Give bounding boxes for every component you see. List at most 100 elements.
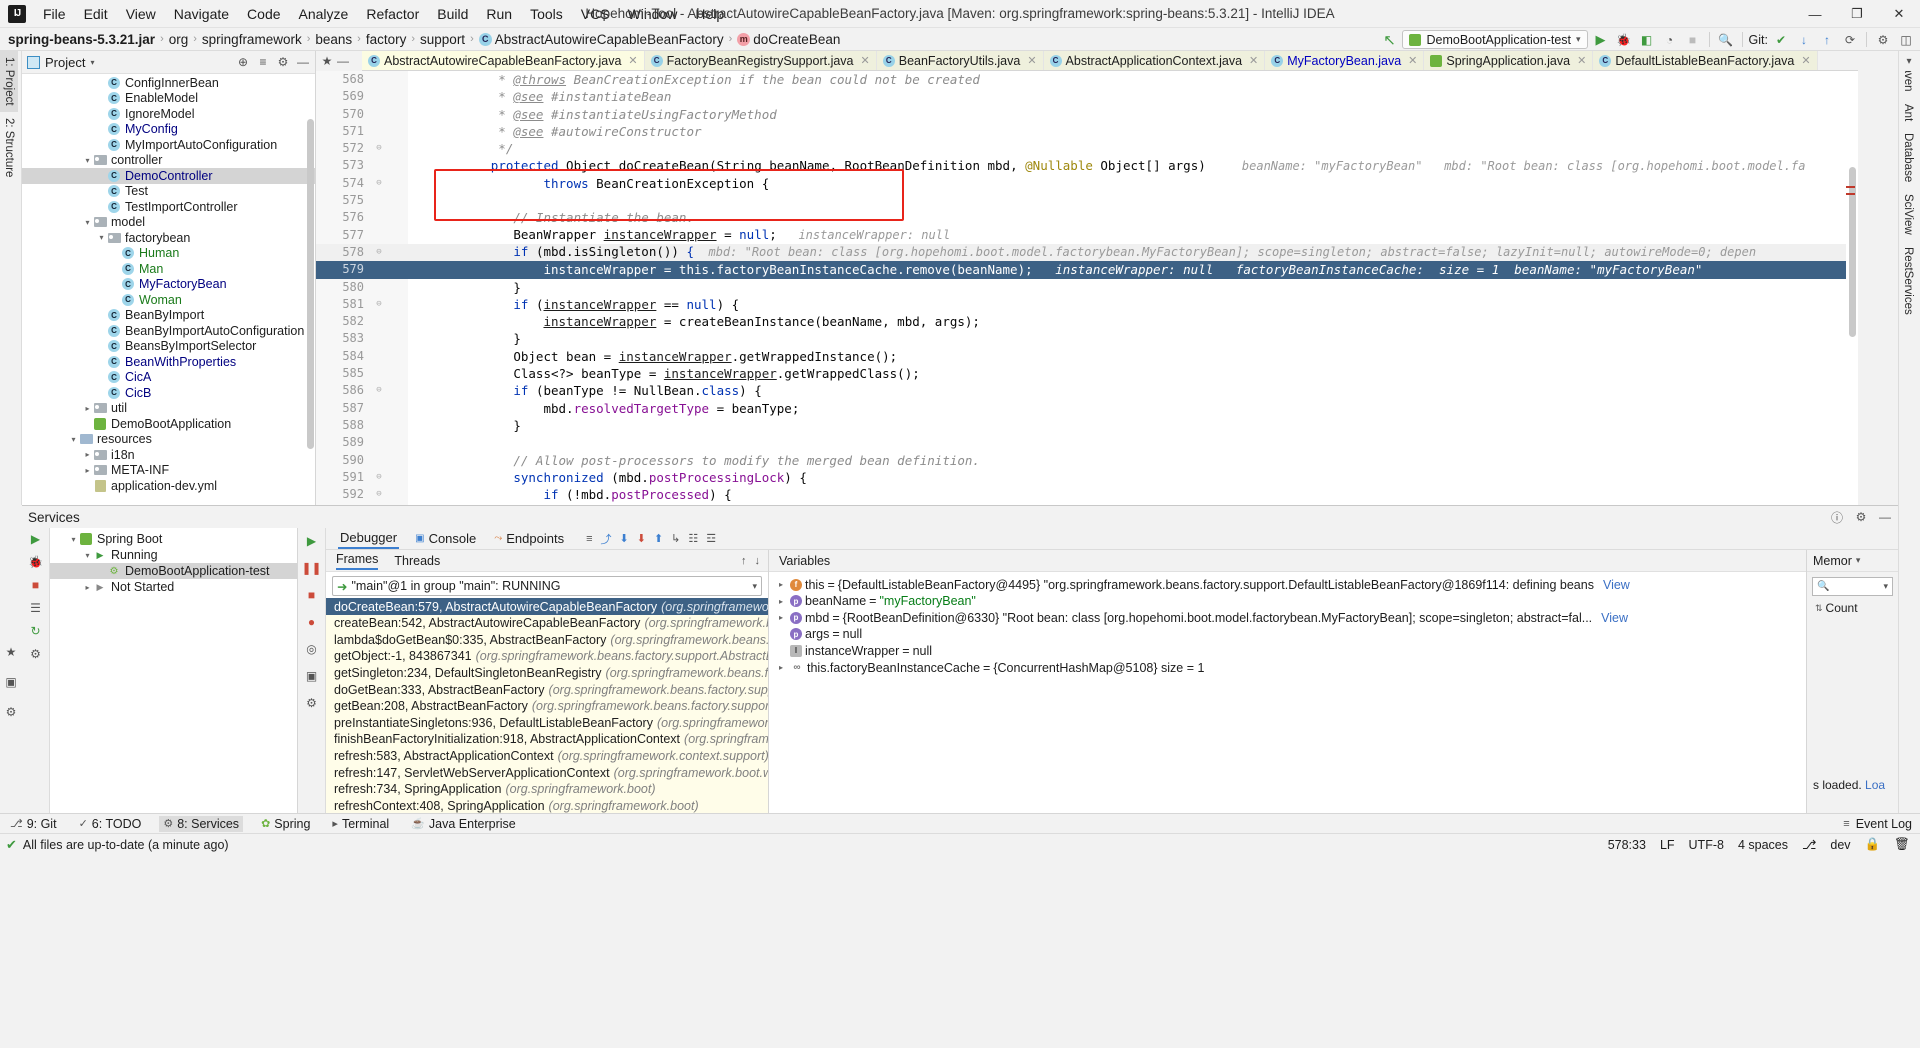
breadcrumb-item[interactable]: support (420, 32, 465, 47)
pause-icon[interactable]: ❚❚ (301, 561, 321, 575)
stack-frame-row[interactable]: lambda$doGetBean$0:335, AbstractBeanFact… (326, 631, 768, 648)
editor-tab[interactable]: C MyFactoryBean.java ✕ (1265, 51, 1425, 70)
tree-node[interactable]: C CicB (22, 385, 315, 401)
view-value-link[interactable]: View (1603, 578, 1630, 592)
tool-window-restservices[interactable]: RestServices (1899, 241, 1917, 321)
pin-icon[interactable]: ★ (320, 54, 334, 68)
run-icon[interactable]: ▶ (31, 532, 40, 546)
breakpoints-icon[interactable]: ● (308, 615, 315, 629)
variable-row[interactable]: ▸ p mbd = {RootBeanDefinition@6330} "Root … (769, 609, 1806, 626)
tree-node[interactable]: C Woman (22, 292, 315, 308)
load-classes-link[interactable]: Loa (1865, 778, 1885, 792)
stack-frame-row[interactable]: refresh:734, SpringApplication (org.sprin… (326, 781, 768, 798)
tree-node[interactable]: C MyImportAutoConfiguration (22, 137, 315, 153)
code-fold-icon[interactable]: ⊖ (372, 296, 386, 313)
bottom-tool-todo[interactable]: ✓ 6: TODO (75, 816, 146, 832)
code-line[interactable]: 591 ⊖ synchronized (mbd.postProcessingLoc… (316, 469, 1858, 486)
layout-icon[interactable]: ≡ (586, 533, 592, 545)
services-tree-node[interactable]: ▾ ▶ Running (50, 547, 297, 563)
git-commit-icon[interactable]: ↑ (1817, 30, 1837, 49)
variable-row[interactable]: ▸ p beanName = "myFactoryBean" (769, 593, 1806, 610)
tree-node[interactable]: DemoBootApplication (22, 416, 315, 432)
mute-breakpoints-icon[interactable]: ◎ (306, 642, 316, 656)
back-arrow-icon[interactable]: ↖ (1379, 30, 1399, 49)
rerun-icon[interactable]: ↻ (30, 624, 40, 638)
hide-panel-icon[interactable]: — (1878, 510, 1892, 524)
search-icon[interactable]: 🔍 (1716, 30, 1736, 49)
editor-tab[interactable]: C BeanFactoryUtils.java ✕ (876, 51, 1044, 70)
tree-node[interactable]: C BeanByImport (22, 308, 315, 324)
expand-arrow-icon[interactable]: ▸ (82, 404, 93, 413)
step-into-icon[interactable]: ⬇ (620, 532, 629, 545)
run-configuration-selector[interactable]: DemoBootApplication-test ▾ (1402, 30, 1588, 49)
close-icon[interactable]: ✕ (1801, 54, 1810, 67)
tree-node[interactable]: C BeanByImportAutoConfiguration (22, 323, 315, 339)
view-value-link[interactable]: View (1601, 611, 1628, 625)
code-line[interactable]: 590 // Allow post-processors to modify t… (316, 452, 1858, 469)
code-line[interactable]: 570 * @see #instantiateUsingFactoryMetho… (316, 106, 1858, 123)
services-tree-node[interactable]: ▾ Spring Boot (50, 531, 297, 547)
run-to-cursor-icon[interactable]: ↳ (671, 532, 680, 545)
tab-scroll-right-icon[interactable]: ▾ (1900, 51, 1918, 71)
code-fold-icon[interactable]: ⊖ (372, 175, 386, 192)
run-coverage-button[interactable]: ◧ (1637, 30, 1657, 49)
tool-window-sciview[interactable]: SciView (1899, 188, 1917, 241)
camera-icon[interactable]: ▣ (4, 675, 18, 689)
variable-row[interactable]: ▸ f this = {DefaultListableBeanFactory@449… (769, 576, 1806, 593)
tree-node[interactable]: C MyFactoryBean (22, 277, 315, 293)
menu-item-build[interactable]: Build (428, 3, 477, 25)
settings-gear-icon[interactable]: ⚙ (1873, 30, 1893, 49)
stack-frame-row[interactable]: doCreateBean:579, AbstractAutowireCapabl… (326, 598, 768, 615)
pane-tab-frames[interactable]: Frames (336, 552, 379, 570)
code-line[interactable]: 583 } (316, 330, 1858, 347)
close-icon[interactable]: ✕ (861, 54, 870, 67)
variable-row[interactable]: l instanceWrapper = null (769, 643, 1806, 660)
lock-icon[interactable]: 🔒 (1865, 837, 1881, 852)
trash-icon[interactable]: 🗑 (1894, 837, 1910, 852)
code-line[interactable]: 579 instanceWrapper = this.factoryBeanIn… (316, 261, 1858, 279)
force-step-into-icon[interactable]: ⬇ (637, 532, 646, 545)
tree-node[interactable]: C Human (22, 246, 315, 262)
expand-arrow-icon[interactable]: ▾ (68, 535, 79, 544)
editor-tab[interactable]: C FactoryBeanRegistrySupport.java ✕ (644, 51, 877, 70)
git-update-icon[interactable]: ↓ (1794, 30, 1814, 49)
menu-item-run[interactable]: Run (477, 3, 521, 25)
code-line[interactable]: 587 mbd.resolvedTargetType = beanType; (316, 400, 1858, 417)
memory-count-column[interactable]: ⇅ Count (1807, 601, 1898, 615)
code-line[interactable]: 571 * @see #autowireConstructor (316, 123, 1858, 140)
code-line[interactable]: 573 protected Object doCreateBean(String… (316, 157, 1858, 174)
code-fold-icon[interactable]: ⊖ (372, 140, 386, 157)
tree-node[interactable]: ▾ model (22, 215, 315, 231)
tree-node[interactable]: ▸ META-INF (22, 463, 315, 479)
tree-node[interactable]: ▾ controller (22, 153, 315, 169)
expand-arrow-icon[interactable]: ▸ (82, 583, 93, 592)
stop-icon[interactable]: ■ (32, 578, 39, 592)
frames-list[interactable]: doCreateBean:579, AbstractAutowireCapabl… (326, 598, 768, 814)
layout-icon[interactable]: ◫ (1896, 30, 1916, 49)
stack-frame-row[interactable]: getObject:-1, 843867341 (org.springframew… (326, 648, 768, 665)
expand-arrow-icon[interactable]: ▾ (82, 156, 93, 165)
frame-up-icon[interactable]: ↑ (741, 555, 747, 567)
caret-position[interactable]: 578:33 (1608, 838, 1646, 852)
pane-tab-threads[interactable]: Threads (394, 554, 440, 568)
tool-window-ant[interactable]: Ant (1899, 98, 1917, 127)
git-check-icon[interactable]: ✔ (1771, 30, 1791, 49)
tree-node[interactable]: ▸ util (22, 401, 315, 417)
devtools-label[interactable]: dev (1830, 838, 1850, 852)
step-over-icon[interactable]: ⤴ (601, 531, 612, 547)
expand-arrow-icon[interactable]: ▾ (82, 551, 93, 560)
debugger-tab-console[interactable]: ▣ Console (413, 529, 478, 548)
tree-node[interactable]: C DemoController (22, 168, 315, 184)
line-separator[interactable]: LF (1660, 838, 1675, 852)
breadcrumb-item[interactable]: factory (366, 32, 407, 47)
expand-arrow-icon[interactable]: ▾ (68, 435, 79, 444)
filter-icon[interactable]: ☰ (30, 601, 41, 615)
tree-node[interactable]: C MyConfig (22, 122, 315, 138)
code-line[interactable]: 588 } (316, 417, 1858, 434)
git-history-icon[interactable]: ⟳ (1840, 30, 1860, 49)
favorites-icon[interactable]: ★ (4, 645, 18, 659)
menu-item-view[interactable]: View (117, 3, 165, 25)
breadcrumb-item[interactable]: beans (315, 32, 352, 47)
tool-window-structure[interactable]: 2: Structure (0, 112, 18, 183)
close-icon[interactable]: ✕ (1577, 54, 1586, 67)
